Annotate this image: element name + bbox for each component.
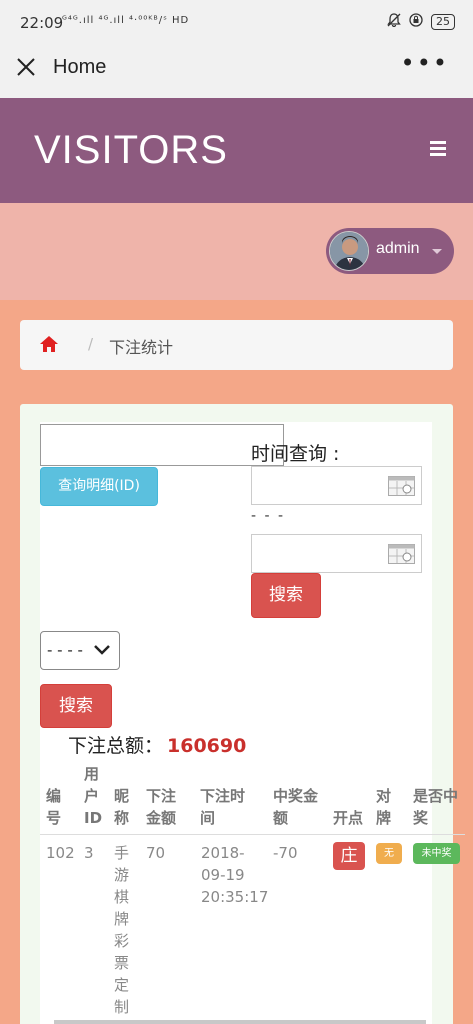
mute-bell-icon bbox=[387, 13, 401, 31]
cell-win-amount: -70 bbox=[273, 844, 298, 862]
table-divider bbox=[40, 834, 465, 835]
webview-toolbar: Home ••• bbox=[0, 46, 473, 98]
cell-bet-time: 2018-09-19 20:35:17 bbox=[201, 844, 269, 906]
webview-title: Home bbox=[53, 56, 107, 78]
chevron-down-icon bbox=[432, 249, 442, 254]
search-button[interactable]: 搜索 bbox=[251, 573, 321, 618]
column-header-open: 开点 bbox=[333, 809, 364, 827]
user-menu-button[interactable]: admin bbox=[326, 228, 454, 274]
status-select[interactable]: - - - - bbox=[40, 631, 120, 670]
column-header-nickname: 昵称 bbox=[114, 787, 130, 827]
column-header-pair: 对牌 bbox=[376, 787, 392, 827]
more-options-icon[interactable]: ••• bbox=[401, 49, 449, 77]
column-header-win-amount: 中奖金额 bbox=[273, 787, 319, 827]
user-bar: admin bbox=[0, 203, 473, 300]
signal-icon: ᴳ⁴ᴳ.ıll ⁴ᴳ.ıll ⁴·⁰⁰ᴷᴮ/ˢ HD bbox=[62, 15, 190, 26]
calendar-icon bbox=[388, 476, 415, 496]
column-header-user-id: 用户ID bbox=[84, 765, 103, 827]
hamburger-menu-icon[interactable] bbox=[430, 141, 446, 159]
column-header-bet-time: 下注时间 bbox=[200, 787, 246, 827]
avatar bbox=[329, 231, 369, 271]
brand-logo[interactable]: VISITORS bbox=[34, 128, 228, 173]
breadcrumb: / 下注统计 bbox=[20, 320, 453, 370]
horizontal-scrollbar[interactable] bbox=[54, 1020, 426, 1024]
time-query-label: 时间查询 : bbox=[251, 443, 340, 465]
select-value: - - - - bbox=[47, 641, 83, 659]
status-time: 22:09 bbox=[20, 14, 64, 32]
start-date-input[interactable] bbox=[251, 466, 422, 505]
end-date-input[interactable] bbox=[251, 534, 422, 573]
status-bar: 22:09 ᴳ⁴ᴳ.ıll ⁴ᴳ.ıll ⁴·⁰⁰ᴷᴮ/ˢ HD 25 bbox=[0, 0, 473, 46]
battery-icon: 25 bbox=[431, 14, 455, 30]
site-header: VISITORS bbox=[0, 98, 473, 203]
date-range-separator: - - - bbox=[251, 508, 286, 524]
cell-user-id: 3 bbox=[84, 844, 94, 862]
cell-nickname: 手游棋牌彩票定制 bbox=[114, 844, 130, 1016]
chevron-down-icon bbox=[94, 645, 110, 655]
cell-bet-amount: 70 bbox=[146, 844, 166, 862]
home-icon[interactable] bbox=[39, 335, 59, 353]
pair-badge: 无 bbox=[376, 843, 402, 864]
lock-rotation-icon bbox=[409, 13, 423, 31]
username: admin bbox=[376, 240, 420, 257]
breadcrumb-separator: / bbox=[88, 335, 94, 353]
cell-id: 102 bbox=[46, 844, 75, 862]
query-detail-button[interactable]: 查询明细(ID) bbox=[40, 467, 158, 506]
id-search-input[interactable] bbox=[40, 424, 284, 466]
status-icons: 25 bbox=[387, 13, 455, 31]
calendar-icon bbox=[388, 544, 415, 564]
bet-total-amount: 160690 bbox=[167, 735, 247, 757]
search-button-secondary[interactable]: 搜索 bbox=[40, 684, 112, 728]
column-header-id: 编号 bbox=[46, 787, 62, 827]
column-header-bet-amount: 下注金额 bbox=[146, 787, 177, 827]
breadcrumb-current: 下注统计 bbox=[109, 338, 174, 357]
close-icon[interactable] bbox=[14, 55, 38, 79]
column-header-won: 是否中奖 bbox=[413, 787, 459, 827]
won-status-badge: 未中奖 bbox=[413, 843, 460, 864]
open-badge: 庄 bbox=[333, 842, 365, 870]
bet-total-label: 下注总额： bbox=[68, 735, 164, 757]
bet-total: 下注总额： 160690 bbox=[68, 731, 246, 758]
